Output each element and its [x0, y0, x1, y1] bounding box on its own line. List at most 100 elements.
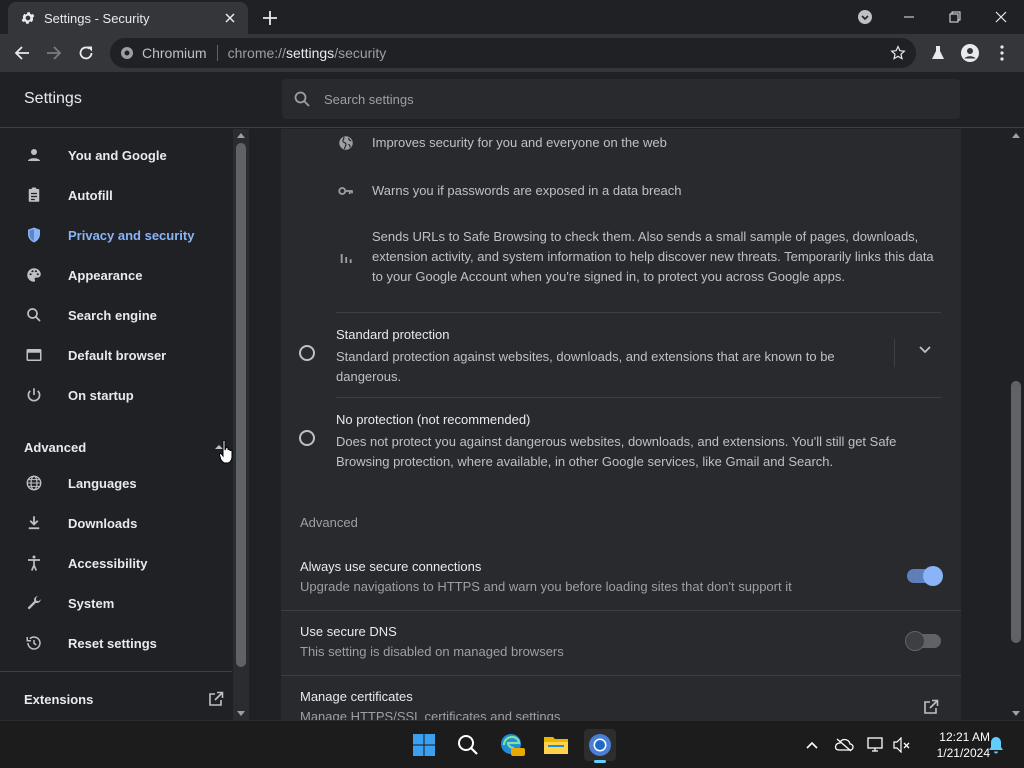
- search-settings-input[interactable]: Search settings: [282, 79, 960, 119]
- omnibox-separator: [216, 45, 218, 61]
- chevron-up-icon[interactable]: [802, 735, 822, 755]
- volume-muted-icon[interactable]: [892, 735, 912, 755]
- sidebar-item-reset-settings[interactable]: Reset settings: [0, 623, 232, 663]
- standard-protection-title: Standard protection: [336, 327, 450, 342]
- scrollbar-thumb[interactable]: [236, 143, 246, 667]
- search-icon[interactable]: [452, 729, 484, 761]
- toggle-knob: [923, 566, 943, 586]
- search-icon: [294, 91, 310, 107]
- feature-text: Sends URLs to Safe Browsing to check the…: [372, 227, 934, 287]
- sidebar-item-label: Search engine: [68, 307, 157, 323]
- sidebar-advanced-toggle[interactable]: Advanced: [24, 435, 224, 459]
- row-divider: [281, 675, 961, 676]
- system-clock[interactable]: 12:21 AM 1/21/2024: [918, 729, 990, 761]
- feature-text: Improves security for you and everyone o…: [372, 135, 667, 150]
- scrollbar-thumb[interactable]: [1011, 381, 1021, 643]
- minimize-button[interactable]: [886, 0, 932, 34]
- sidebar-item-autofill[interactable]: Autofill: [0, 175, 232, 215]
- chromium-site-icon[interactable]: [120, 46, 134, 60]
- new-tab-button[interactable]: [260, 8, 280, 28]
- file-explorer-icon[interactable]: [540, 729, 572, 761]
- open-in-new-icon[interactable]: [923, 699, 939, 715]
- address-bar[interactable]: Chromium chrome://settings/security: [110, 38, 916, 68]
- scroll-up-arrow[interactable]: [1012, 133, 1020, 138]
- feature-text-line: Sends URLs to Safe Browsing to check the…: [372, 229, 919, 244]
- toggle-knob: [905, 631, 925, 651]
- feature-row: Improves security for you and everyone o…: [336, 133, 667, 153]
- sidebar-item-default-browser[interactable]: Default browser: [0, 335, 232, 375]
- tab-settings-security[interactable]: Settings - Security: [8, 2, 248, 34]
- back-button[interactable]: [8, 39, 36, 67]
- bookmark-star-icon[interactable]: [890, 45, 906, 61]
- hand-cursor-icon: [219, 439, 235, 465]
- close-tab-icon[interactable]: [222, 10, 238, 26]
- url-scheme: chrome://: [227, 45, 286, 61]
- https-desc: Upgrade navigations to HTTPS and warn yo…: [300, 579, 792, 594]
- scroll-down-arrow[interactable]: [1012, 711, 1020, 716]
- notification-bell-icon[interactable]: [986, 735, 1006, 755]
- always-secure-connections-row[interactable]: Always use secure connections Upgrade na…: [281, 551, 961, 615]
- sidebar-item-you-and-google[interactable]: You and Google: [0, 135, 232, 175]
- power-icon: [24, 385, 44, 405]
- settings-header: Settings Search settings: [0, 72, 1024, 128]
- edge-preview-icon[interactable]: [496, 729, 528, 761]
- sidebar-item-accessibility[interactable]: Accessibility: [0, 543, 232, 583]
- forward-button[interactable]: [40, 39, 68, 67]
- url-host: settings: [285, 45, 335, 61]
- chromium-taskbar-icon[interactable]: [584, 729, 616, 763]
- sidebar-item-extensions[interactable]: Extensions: [24, 687, 224, 711]
- windows-start-icon[interactable]: [408, 729, 440, 761]
- sidebar-item-on-startup[interactable]: On startup: [0, 375, 232, 415]
- palette-icon: [24, 265, 44, 285]
- browser-toolbar: Chromium chrome://settings/security: [0, 34, 1024, 72]
- sidebar-item-label: Accessibility: [68, 555, 148, 571]
- security-card: Improves security for you and everyone o…: [281, 129, 961, 720]
- tab-title: Settings - Security: [44, 10, 150, 26]
- search-placeholder: Search settings: [324, 91, 414, 107]
- profile-avatar-icon[interactable]: [956, 39, 984, 67]
- https-toggle[interactable]: [907, 566, 943, 586]
- onedrive-offline-icon[interactable]: [834, 735, 854, 755]
- desc-line: Does not protect you against dangerous w…: [336, 434, 897, 449]
- labs-flask-icon[interactable]: [924, 39, 952, 67]
- open-in-new-icon: [208, 691, 224, 707]
- scroll-up-arrow[interactable]: [237, 133, 245, 138]
- extensions-label: Extensions: [24, 691, 94, 707]
- shield-icon: [24, 225, 44, 245]
- chevron-down-icon[interactable]: [919, 346, 931, 354]
- sidebar-scrollbar[interactable]: [233, 129, 249, 720]
- globe-icon: [24, 473, 44, 493]
- certs-title: Manage certificates: [300, 689, 413, 704]
- close-window-button[interactable]: [978, 0, 1024, 34]
- sidebar-item-languages[interactable]: Languages: [0, 463, 232, 503]
- main-scrollbar[interactable]: [1008, 129, 1024, 720]
- sidebar-item-system[interactable]: System: [0, 583, 232, 623]
- no-protection-radio[interactable]: [299, 430, 315, 446]
- sidebar-item-label: You and Google: [68, 147, 167, 163]
- advanced-section-label: Advanced: [300, 515, 358, 530]
- no-protection-option[interactable]: No protection (not recommended) Does not…: [299, 412, 941, 472]
- sidebar-item-downloads[interactable]: Downloads: [0, 503, 232, 543]
- tab-search-button[interactable]: [842, 0, 888, 34]
- secure-dns-toggle[interactable]: [905, 631, 941, 651]
- dns-title: Use secure DNS: [300, 624, 397, 639]
- standard-protection-radio[interactable]: [299, 345, 315, 361]
- secure-dns-row[interactable]: Use secure DNS This setting is disabled …: [281, 616, 961, 680]
- network-icon[interactable]: [866, 735, 886, 755]
- menu-kebab-icon[interactable]: [988, 39, 1016, 67]
- desc-line: Standard protection against websites, do…: [336, 349, 835, 364]
- sidebar-item-label: Languages: [68, 475, 137, 491]
- sidebar-divider: [0, 671, 232, 672]
- sidebar-item-label: Appearance: [68, 267, 143, 283]
- standard-protection-option[interactable]: Standard protection Standard protection …: [299, 327, 941, 387]
- feature-row: Sends URLs to Safe Browsing to check the…: [336, 227, 934, 287]
- desc-line: Browsing protection, where available, in…: [336, 454, 834, 469]
- sidebar-item-privacy-and-security[interactable]: Privacy and security: [0, 215, 232, 255]
- restore-button[interactable]: [932, 0, 978, 34]
- sidebar-item-search-engine[interactable]: Search engine: [0, 295, 232, 335]
- scroll-down-arrow[interactable]: [237, 711, 245, 716]
- sidebar-item-appearance[interactable]: Appearance: [0, 255, 232, 295]
- manage-certificates-row[interactable]: Manage certificates Manage HTTPS/SSL cer…: [281, 681, 961, 720]
- reload-button[interactable]: [72, 39, 100, 67]
- certs-desc: Manage HTTPS/SSL certificates and settin…: [300, 709, 561, 720]
